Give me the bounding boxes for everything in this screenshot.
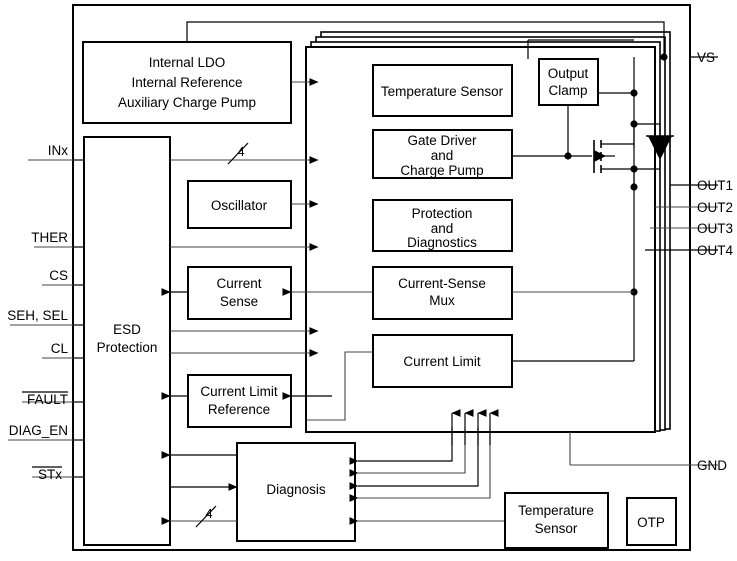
pin-label-ther: THER — [31, 230, 68, 245]
pd-line-2: and — [431, 221, 454, 236]
pin-label-fault: FAULT — [27, 392, 68, 407]
pin-label-cl: CL — [51, 341, 69, 356]
csm-line-2: Mux — [429, 293, 455, 308]
block-diagram-canvas: Internal LDO Internal Reference Auxiliar… — [0, 0, 737, 561]
current-sense-line-1: Current — [216, 276, 261, 291]
oscillator-label: Oscillator — [211, 198, 268, 213]
ldo-line-3: Auxiliary Charge Pump — [118, 95, 256, 110]
pin-label-out3: OUT3 — [697, 221, 733, 236]
pin-label-out4: OUT4 — [697, 243, 733, 258]
ldo-line-1: Internal LDO — [149, 55, 226, 70]
bus-width-inx: 4 — [237, 144, 244, 159]
clamp-line-1: Output — [548, 66, 589, 81]
pin-label-inx: INx — [48, 143, 69, 158]
pin-label-gnd: GND — [697, 458, 727, 473]
current-limit-label: Current Limit — [403, 354, 481, 369]
clr-line-2: Reference — [208, 402, 270, 417]
pd-line-1: Protection — [412, 206, 473, 221]
pin-label-out2: OUT2 — [697, 200, 733, 215]
clamp-line-2: Clamp — [548, 83, 587, 98]
gd-line-2: and — [431, 148, 454, 163]
current-sense-line-2: Sense — [220, 294, 258, 309]
ldo-line-2: Internal Reference — [131, 75, 242, 90]
pin-label-seh-sel: SEH, SEL — [7, 308, 68, 323]
temp-bottom-line-1: Temperature — [518, 503, 594, 518]
diagnosis-input-wires — [358, 427, 505, 525]
block-current-sense[interactable] — [187, 266, 292, 320]
diagnosis-esd-wires — [161, 451, 238, 525]
pin-label-cs: CS — [49, 268, 68, 283]
esd-line-2: Protection — [97, 340, 158, 355]
pin-label-stx: STx — [38, 467, 62, 482]
otp-label: OTP — [637, 515, 665, 530]
esd-line-1: ESD — [113, 322, 141, 337]
diagram-svg: Internal LDO Internal Reference Auxiliar… — [7, 4, 733, 551]
diagnosis-label: Diagnosis — [266, 482, 326, 497]
pin-label-diag-en: DIAG_EN — [9, 423, 68, 438]
block-current-limit-reference[interactable] — [187, 374, 292, 428]
temp-sensor-top-label: Temperature Sensor — [381, 84, 504, 99]
pin-label-vs: VS — [697, 50, 715, 65]
pin-label-out1: OUT1 — [697, 178, 733, 193]
clr-line-1: Current Limit — [200, 384, 278, 399]
temp-bottom-line-2: Sensor — [535, 521, 578, 536]
pd-line-3: Diagnostics — [407, 235, 477, 250]
gd-line-1: Gate Driver — [407, 133, 477, 148]
gd-line-3: Charge Pump — [400, 163, 483, 178]
csm-line-1: Current-Sense — [398, 276, 486, 291]
bus-width-diagnosis: 4 — [205, 506, 212, 521]
